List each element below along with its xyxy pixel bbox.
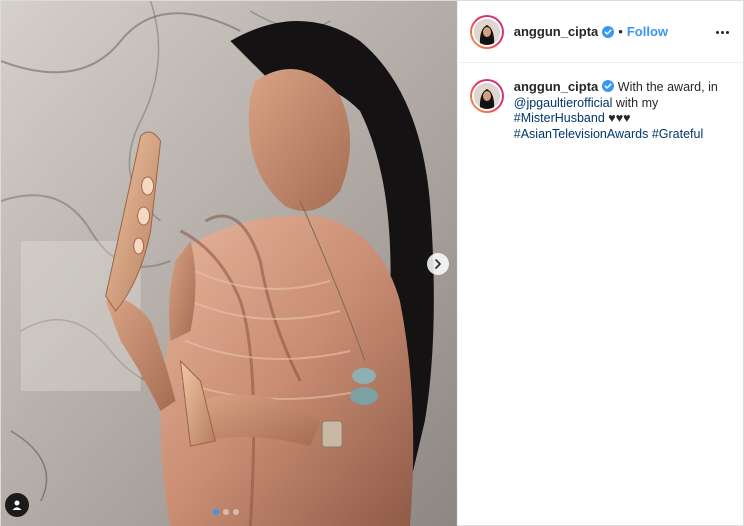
verified-badge-icon: [602, 25, 615, 38]
post-header: anggun_cipta • Follow: [457, 1, 743, 63]
carousel-dot: [233, 509, 239, 515]
avatar-image: [473, 83, 500, 109]
hearts-emoji: ♥♥♥: [608, 111, 631, 125]
hashtag-link[interactable]: #MisterHusband: [514, 111, 605, 125]
verified-badge-icon: [602, 80, 615, 92]
carousel-dot-active: [213, 509, 219, 515]
header-username[interactable]: anggun_cipta: [514, 24, 599, 39]
post-media[interactable]: [1, 1, 457, 526]
instagram-post: anggun_cipta • Follow anggun_cipta With …: [0, 0, 744, 526]
hashtag-link[interactable]: #Grateful: [652, 127, 703, 141]
post-side-panel: anggun_cipta • Follow anggun_cipta With …: [456, 1, 743, 525]
avatar-image: [473, 18, 500, 45]
separator-bullet: •: [618, 24, 623, 39]
chevron-right-icon: [435, 259, 441, 269]
caption-text: anggun_cipta With the award, in @jpgault…: [514, 79, 729, 142]
tagged-people-button[interactable]: [5, 493, 29, 517]
caption: anggun_cipta With the award, in @jpgault…: [458, 63, 743, 142]
follow-button[interactable]: Follow: [627, 24, 668, 39]
post-photo: [1, 1, 457, 526]
caption-username[interactable]: anggun_cipta: [514, 79, 599, 94]
more-options-icon[interactable]: [713, 23, 731, 41]
mention-link[interactable]: @jpgaultierofficial: [514, 96, 613, 110]
caption-avatar[interactable]: [469, 79, 504, 113]
carousel-dot: [223, 509, 229, 515]
carousel-indicator: [213, 509, 239, 515]
next-slide-button[interactable]: [427, 253, 449, 275]
caption-text-part: With the award, in: [617, 80, 718, 94]
hashtag-link[interactable]: #AsianTelevisionAwards: [514, 127, 649, 141]
caption-text-part: with my: [615, 95, 659, 110]
avatar[interactable]: [469, 14, 504, 49]
person-tag-icon: [12, 500, 22, 510]
